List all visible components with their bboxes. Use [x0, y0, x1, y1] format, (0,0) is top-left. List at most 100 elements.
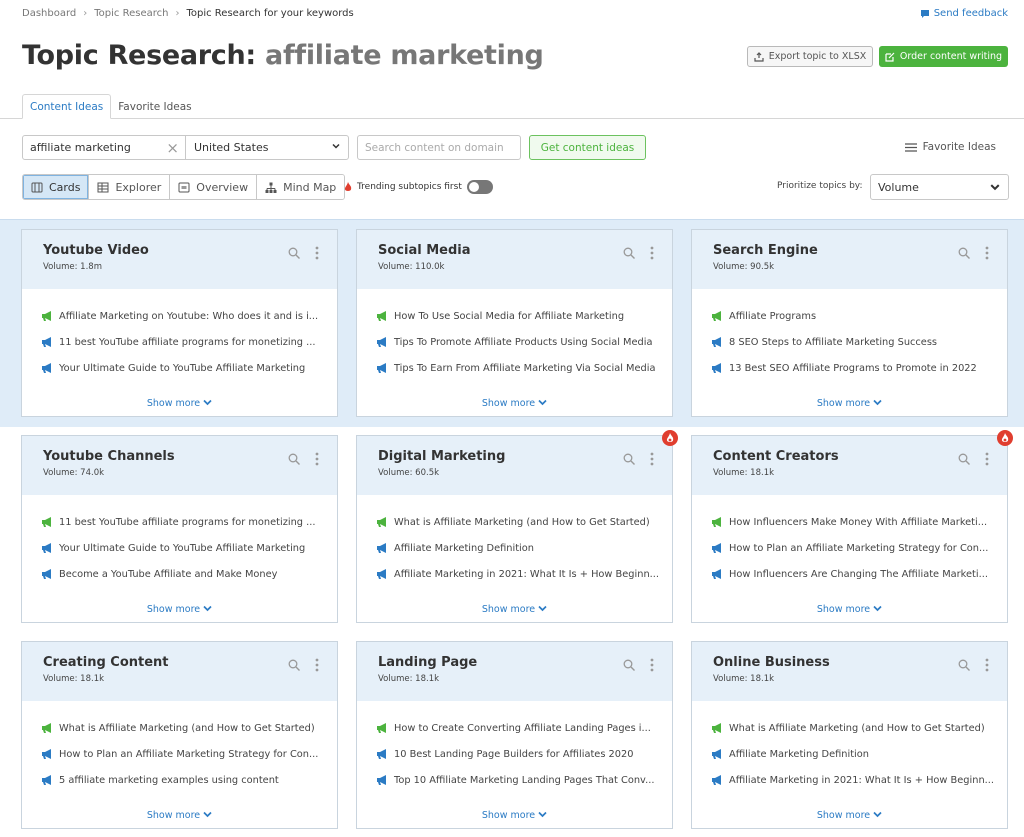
more-options-icon[interactable]	[985, 658, 989, 672]
content-idea-item[interactable]: Affiliate Marketing in 2021: What It Is …	[711, 767, 1007, 793]
view-cards[interactable]: Cards	[23, 175, 90, 199]
content-idea-title: Tips To Promote Affiliate Products Using…	[394, 336, 653, 348]
topic-card-creating-content[interactable]: Creating Content Volume: 18.1k What is A…	[21, 641, 338, 829]
search-icon[interactable]	[623, 453, 635, 465]
topic-card-youtube-channels[interactable]: Youtube Channels Volume: 74.0k 11 best Y…	[21, 435, 338, 623]
content-idea-item[interactable]: Affiliate Marketing on Youtube: Who does…	[41, 303, 337, 329]
breadcrumb-topic-research[interactable]: Topic Research	[94, 8, 168, 19]
show-more-button[interactable]: Show more	[22, 398, 337, 409]
content-idea-item[interactable]: How to Plan an Affiliate Marketing Strat…	[711, 535, 1007, 561]
content-idea-item[interactable]: Become a YouTube Affiliate and Make Mone…	[41, 561, 337, 587]
content-idea-item[interactable]: How To Use Social Media for Affiliate Ma…	[376, 303, 672, 329]
export-xlsx-button[interactable]: Export topic to XLSX	[747, 46, 873, 67]
more-options-icon[interactable]	[315, 658, 319, 672]
show-more-button[interactable]: Show more	[692, 604, 1007, 615]
search-icon[interactable]	[623, 659, 635, 671]
card-title[interactable]: Youtube Video	[43, 243, 317, 258]
domain-search-input[interactable]: Search content on domain	[357, 135, 521, 160]
more-options-icon[interactable]	[650, 246, 654, 260]
content-idea-item[interactable]: Top 10 Affiliate Marketing Landing Pages…	[376, 767, 672, 793]
view-overview[interactable]: Overview	[170, 175, 258, 199]
content-idea-item[interactable]: 11 best YouTube affiliate programs for m…	[41, 329, 337, 355]
card-title[interactable]: Landing Page	[378, 655, 652, 670]
trending-badge	[997, 430, 1013, 446]
view-explorer[interactable]: Explorer	[89, 175, 171, 199]
content-idea-item[interactable]: 8 SEO Steps to Affiliate Marketing Succe…	[711, 329, 1007, 355]
search-icon[interactable]	[958, 659, 970, 671]
content-idea-item[interactable]: Your Ultimate Guide to YouTube Affiliate…	[41, 535, 337, 561]
card-title[interactable]: Online Business	[713, 655, 987, 670]
content-idea-item[interactable]: Tips To Promote Affiliate Products Using…	[376, 329, 672, 355]
topic-card-youtube-video[interactable]: Youtube Video Volume: 1.8m Affiliate Mar…	[21, 229, 338, 417]
content-idea-item[interactable]: What is Affiliate Marketing (and How to …	[41, 715, 337, 741]
card-header: Digital Marketing Volume: 60.5k	[357, 436, 672, 495]
tab-content-ideas[interactable]: Content Ideas	[22, 94, 112, 119]
content-idea-item[interactable]: Your Ultimate Guide to YouTube Affiliate…	[41, 355, 337, 381]
show-more-button[interactable]: Show more	[357, 398, 672, 409]
topic-card-online-business[interactable]: Online Business Volume: 18.1k What is Af…	[691, 641, 1008, 829]
content-idea-item[interactable]: How Influencers Are Changing The Affilia…	[711, 561, 1007, 587]
topic-card-social-media[interactable]: Social Media Volume: 110.0k How To Use S…	[356, 229, 673, 417]
show-more-label: Show more	[481, 398, 536, 409]
card-volume: Volume: 18.1k	[713, 468, 775, 478]
more-options-icon[interactable]	[650, 658, 654, 672]
content-idea-item[interactable]: What is Affiliate Marketing (and How to …	[376, 509, 672, 535]
get-content-ideas-button[interactable]: Get content ideas	[529, 135, 646, 160]
topic-card-digital-marketing[interactable]: Digital Marketing Volume: 60.5k What is …	[356, 430, 678, 623]
topic-card-landing-page[interactable]: Landing Page Volume: 18.1k How to Create…	[356, 641, 673, 829]
show-more-button[interactable]: Show more	[22, 810, 337, 821]
show-more-button[interactable]: Show more	[692, 810, 1007, 821]
clear-icon[interactable]: ×	[166, 139, 179, 157]
content-idea-item[interactable]: How to Plan an Affiliate Marketing Strat…	[41, 741, 337, 767]
content-idea-title: Become a YouTube Affiliate and Make Mone…	[59, 568, 278, 580]
content-idea-item[interactable]: What is Affiliate Marketing (and How to …	[711, 715, 1007, 741]
topic-card-content-creators[interactable]: Content Creators Volume: 18.1k How Influ…	[691, 430, 1013, 623]
search-icon[interactable]	[288, 247, 300, 259]
tab-favorite-ideas[interactable]: Favorite Ideas	[111, 94, 198, 119]
more-options-icon[interactable]	[985, 246, 989, 260]
search-icon[interactable]	[288, 453, 300, 465]
more-options-icon[interactable]	[315, 452, 319, 466]
search-icon[interactable]	[623, 247, 635, 259]
content-idea-title: Affiliate Marketing Definition	[394, 542, 534, 554]
content-idea-item[interactable]: 10 Best Landing Page Builders for Affili…	[376, 741, 672, 767]
card-title[interactable]: Digital Marketing	[378, 449, 652, 464]
prioritize-select[interactable]: Volume	[870, 174, 1009, 200]
content-idea-item[interactable]: Tips To Earn From Affiliate Marketing Vi…	[376, 355, 672, 381]
content-idea-item[interactable]: 5 affiliate marketing examples using con…	[41, 767, 337, 793]
content-idea-title: Affiliate Marketing on Youtube: Who does…	[59, 310, 319, 322]
breadcrumb-dashboard[interactable]: Dashboard	[22, 8, 76, 19]
card-title[interactable]: Social Media	[378, 243, 652, 258]
trending-toggle[interactable]	[466, 180, 493, 194]
card-title[interactable]: Youtube Channels	[43, 449, 317, 464]
search-icon[interactable]	[958, 247, 970, 259]
content-idea-item[interactable]: 13 Best SEO Affiliate Programs to Promot…	[711, 355, 1007, 381]
more-options-icon[interactable]	[650, 452, 654, 466]
content-idea-item[interactable]: 11 best YouTube affiliate programs for m…	[41, 509, 337, 535]
show-more-button[interactable]: Show more	[22, 604, 337, 615]
more-options-icon[interactable]	[985, 452, 989, 466]
card-title[interactable]: Search Engine	[713, 243, 987, 258]
country-select[interactable]: United States	[185, 135, 349, 160]
view-mind-map[interactable]: Mind Map	[257, 175, 345, 199]
topic-card-search-engine[interactable]: Search Engine Volume: 90.5k Affiliate Pr…	[691, 229, 1008, 417]
megaphone-icon	[42, 311, 51, 321]
show-more-button[interactable]: Show more	[692, 398, 1007, 409]
content-idea-item[interactable]: Affiliate Marketing Definition	[711, 741, 1007, 767]
search-icon[interactable]	[288, 659, 300, 671]
order-content-writing-button[interactable]: Order content writing	[879, 46, 1008, 67]
more-options-icon[interactable]	[315, 246, 319, 260]
keyword-input[interactable]: affiliate marketing ×	[22, 135, 186, 160]
card-title[interactable]: Content Creators	[713, 449, 987, 464]
content-idea-item[interactable]: Affiliate Marketing Definition	[376, 535, 672, 561]
search-icon[interactable]	[958, 453, 970, 465]
content-idea-item[interactable]: Affiliate Programs	[711, 303, 1007, 329]
content-idea-item[interactable]: Affiliate Marketing in 2021: What It Is …	[376, 561, 672, 587]
show-more-button[interactable]: Show more	[357, 604, 672, 615]
favorite-ideas-link[interactable]: Favorite Ideas	[904, 141, 996, 153]
send-feedback-link[interactable]: Send feedback	[920, 8, 1008, 19]
content-idea-item[interactable]: How to Create Converting Affiliate Landi…	[376, 715, 672, 741]
card-title[interactable]: Creating Content	[43, 655, 317, 670]
show-more-button[interactable]: Show more	[357, 810, 672, 821]
content-idea-item[interactable]: How Influencers Make Money With Affiliat…	[711, 509, 1007, 535]
